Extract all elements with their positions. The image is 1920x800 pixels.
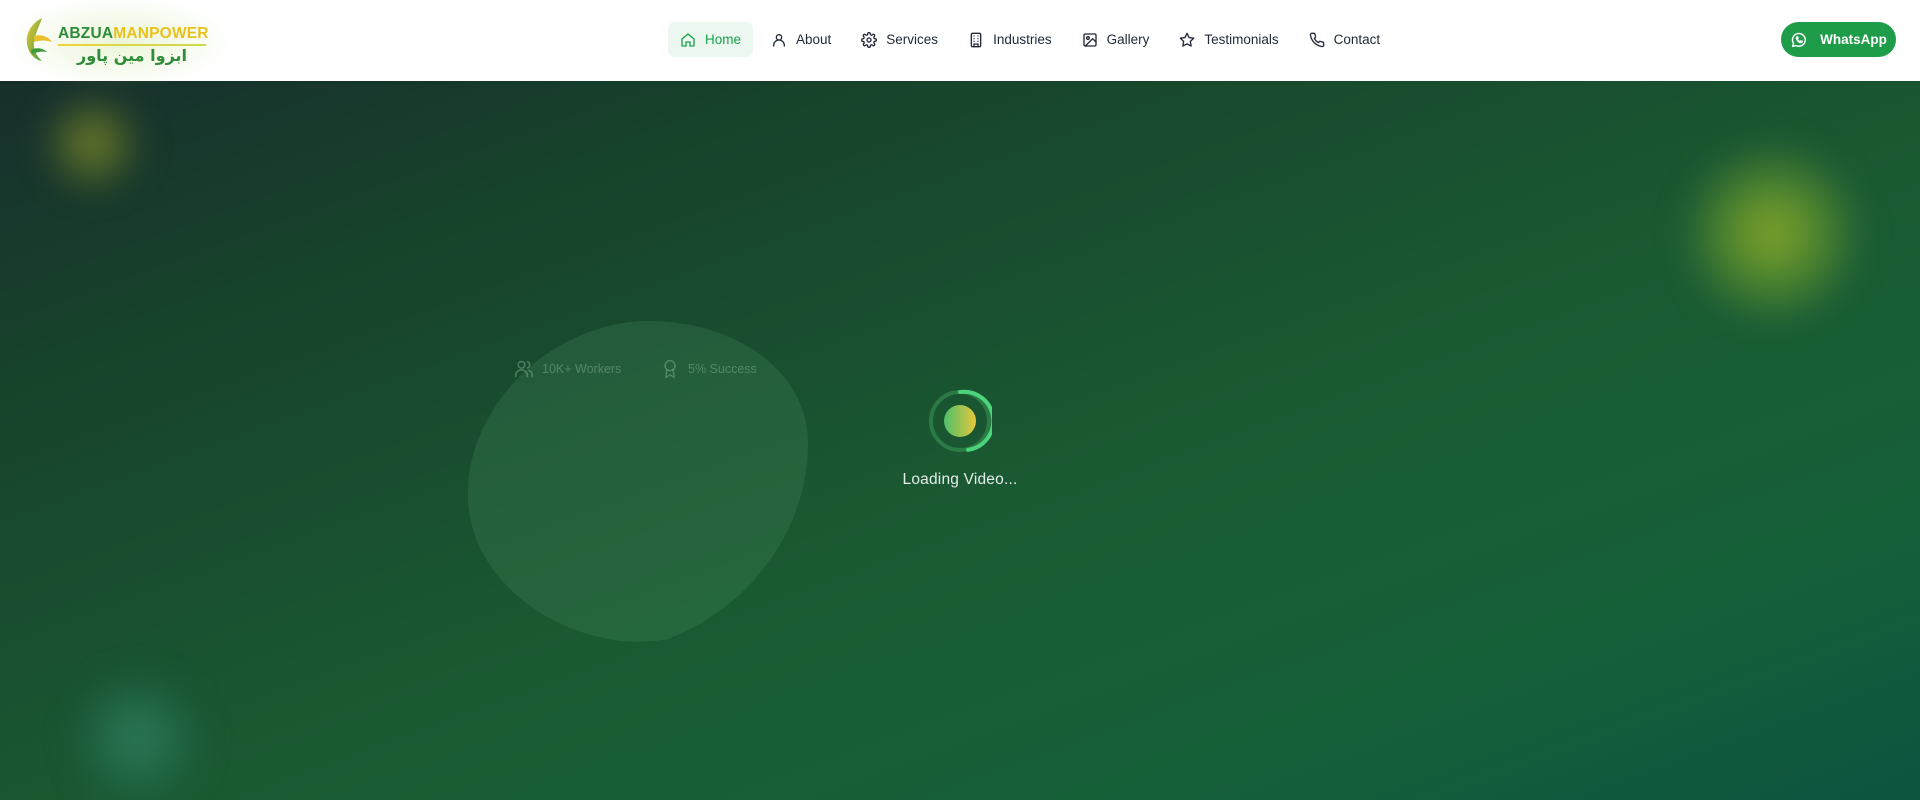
brand-logo[interactable]: ABZUAMANPOWER ابزوا مین پاور: [4, 0, 234, 90]
phone-icon: [1309, 32, 1324, 47]
user-icon: [773, 33, 786, 47]
hero-stat-success-label: 5% Success: [688, 362, 757, 376]
nav-item-services[interactable]: Services: [849, 22, 950, 57]
users-icon: [514, 360, 534, 378]
brand-name-part2: MANPOWER: [113, 25, 209, 42]
nav-label-home: Home: [705, 32, 742, 47]
brand-name-part1: ABZUA: [58, 25, 114, 42]
hero-stat-workers: 10K+ Workers: [514, 358, 621, 380]
nav-label-services: Services: [886, 32, 939, 47]
nav-item-contact[interactable]: Contact: [1297, 22, 1393, 57]
gear-icon: [861, 31, 878, 48]
nav-item-home[interactable]: Home: [668, 22, 754, 57]
main-navigation: Home About Services Industries Gallery T…: [668, 22, 1392, 57]
nav-label-contact: Contact: [1333, 32, 1381, 47]
whatsapp-icon: [1791, 32, 1807, 47]
decorative-orb-teal: [70, 671, 205, 800]
hero-video-section: 10K+ Workers 5% Success Loading Video...: [0, 81, 1920, 800]
award-icon: [664, 359, 676, 379]
home-icon: [681, 32, 695, 47]
whatsapp-button[interactable]: WhatsApp: [1781, 22, 1896, 57]
decorative-orb-yellow: [40, 91, 145, 196]
hero-stat-success: 5% Success: [660, 358, 757, 380]
nav-item-about[interactable]: About: [759, 22, 843, 57]
nav-label-testimonials: Testimonials: [1204, 32, 1279, 47]
hero-stat-workers-label: 10K+ Workers: [542, 362, 622, 376]
star-icon: [1180, 32, 1195, 47]
loading-status-text: Loading Video...: [902, 471, 1018, 488]
nav-label-gallery: Gallery: [1106, 32, 1150, 47]
leaf-swirl-logo-icon: [26, 18, 52, 61]
nav-label-industries: Industries: [993, 32, 1052, 47]
nav-item-gallery[interactable]: Gallery: [1070, 22, 1162, 57]
site-header: ABZUAMANPOWER ابزوا مین پاور Home About …: [0, 0, 1920, 90]
decorative-orb-lime: [1680, 141, 1865, 326]
loading-spinner-icon: [929, 389, 992, 452]
nav-item-industries[interactable]: Industries: [956, 22, 1064, 57]
nav-item-testimonials[interactable]: Testimonials: [1167, 22, 1290, 57]
whatsapp-label: WhatsApp: [1820, 32, 1887, 47]
nav-label-about: About: [796, 32, 832, 47]
brand-name: ABZUAMANPOWER: [58, 25, 209, 43]
image-icon: [1082, 32, 1097, 47]
building-icon: [970, 32, 982, 47]
brand-urdu-name: ابزوا مین پاور: [76, 46, 188, 65]
